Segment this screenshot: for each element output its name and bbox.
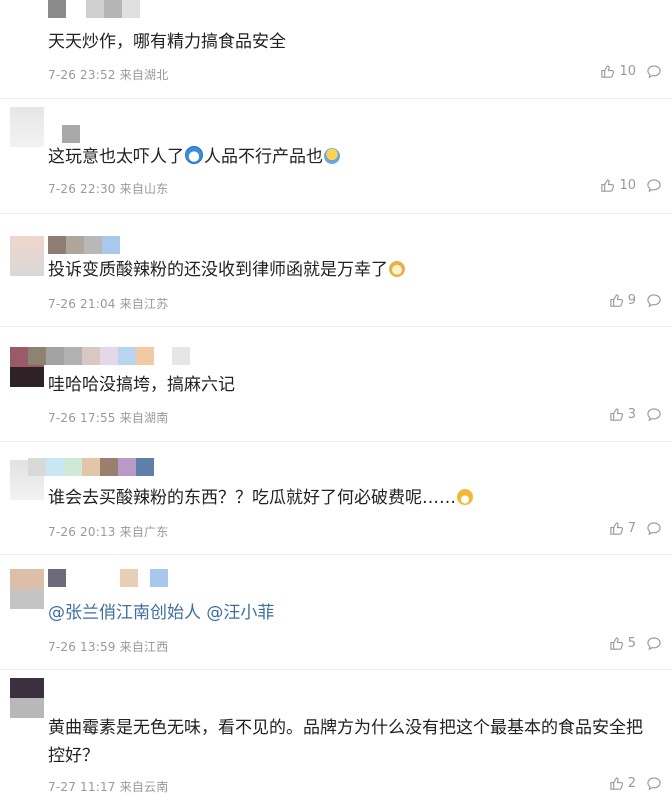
comment-text: @张兰俏江南创始人 @汪小菲	[48, 599, 652, 627]
comment-item: 谁会去买酸辣粉的东西？？吃瓜就好了何必破费呢…… 7-26 20:13 来自广东…	[0, 442, 672, 554]
comment-meta: 7-26 23:52 来自湖北	[48, 66, 168, 83]
waving-emoji-icon	[324, 148, 340, 164]
comment-actions: 9	[609, 293, 662, 308]
thumbs-up-icon	[609, 407, 624, 422]
comment-text: 哇哈哈没搞垮，搞麻六记	[48, 375, 235, 395]
comment-text: 投诉变质酸辣粉的还没收到律师函就是万幸了	[48, 256, 652, 284]
avatar[interactable]	[10, 236, 44, 276]
comment-actions: 3	[609, 407, 662, 422]
comment-item: 这玩意也太吓人了 人品不行产品也 7-26 22:30 来自山东 10	[0, 99, 672, 213]
reply-icon[interactable]	[646, 407, 662, 422]
comment-date: 7-26 20:13	[48, 525, 116, 539]
comment-actions: 10	[600, 178, 662, 193]
username-mosaic[interactable]	[62, 125, 80, 143]
comment-item: @张兰俏江南创始人 @汪小菲 7-26 13:59 来自江西 5	[0, 555, 672, 669]
reply-icon[interactable]	[646, 293, 662, 308]
comment-item: 哇哈哈没搞垮，搞麻六记 7-26 17:55 来自湖南 3	[0, 327, 672, 441]
comment-date: 7-26 21:04	[48, 297, 116, 311]
comment-date: 7-27 11:17	[48, 780, 116, 794]
comment-date: 7-26 13:59	[48, 640, 116, 654]
comment-meta: 7-27 11:17 来自云南	[48, 778, 168, 795]
avatar[interactable]	[10, 678, 44, 718]
thumbs-up-icon	[609, 521, 624, 536]
comment-item: 投诉变质酸辣粉的还没收到律师函就是万幸了 7-26 21:04 来自江苏 9	[0, 214, 672, 326]
thumbs-up-icon	[609, 293, 624, 308]
comment-item: 天天炒作，哪有精力搞食品安全 7-26 23:52 来自湖北 10	[0, 0, 672, 98]
reply-icon[interactable]	[646, 178, 662, 193]
thumbs-up-icon	[609, 776, 624, 791]
comment-location: 来自江西	[119, 640, 169, 654]
comment-actions: 2	[609, 776, 662, 791]
comment-item: 黄曲霉素是无色无味，看不见的。品牌方为什么没有把这个最基本的食品安全把控好？ 7…	[0, 670, 672, 800]
doraemon-emoji-icon	[185, 146, 203, 164]
comment-actions: 10	[600, 64, 662, 79]
comment-text: 黄曲霉素是无色无味，看不见的。品牌方为什么没有把这个最基本的食品安全把控好？	[48, 718, 643, 766]
comment-actions: 5	[609, 636, 662, 651]
like-button[interactable]: 10	[600, 178, 636, 193]
comment-location: 来自湖南	[119, 411, 169, 425]
username-mosaic[interactable]	[48, 569, 168, 587]
like-count: 2	[627, 776, 636, 791]
comment-actions: 7	[609, 521, 662, 536]
comment-text: 这玩意也太吓人了 人品不行产品也	[48, 143, 652, 171]
username-mosaic[interactable]	[48, 236, 120, 254]
grin-emoji-icon	[457, 489, 473, 505]
thumbs-up-icon	[609, 636, 624, 651]
like-count: 10	[619, 64, 636, 79]
comment-text: 天天炒作，哪有精力搞食品安全	[48, 32, 286, 52]
reply-icon[interactable]	[646, 64, 662, 79]
avatar[interactable]	[10, 569, 44, 609]
username-mosaic[interactable]	[28, 458, 154, 476]
comment-location: 来自云南	[119, 780, 169, 794]
comment-meta: 7-26 22:30 来自山东	[48, 180, 168, 197]
like-button[interactable]: 10	[600, 64, 636, 79]
reply-icon[interactable]	[646, 636, 662, 651]
comment-date: 7-26 23:52	[48, 68, 116, 82]
thumbs-up-icon	[600, 178, 615, 193]
reply-icon[interactable]	[646, 776, 662, 791]
reply-icon[interactable]	[646, 521, 662, 536]
comment-location: 来自湖北	[119, 68, 169, 82]
comment-location: 来自山东	[119, 182, 169, 196]
comment-date: 7-26 22:30	[48, 182, 116, 196]
like-button[interactable]: 3	[609, 407, 636, 422]
thumbs-up-icon	[600, 64, 615, 79]
mention-link[interactable]: @张兰俏江南创始人	[48, 603, 201, 623]
comment-location: 来自江苏	[119, 297, 169, 311]
comment-meta: 7-26 21:04 来自江苏	[48, 295, 168, 312]
comment-date: 7-26 17:55	[48, 411, 116, 425]
comment-meta: 7-26 17:55 来自湖南	[48, 409, 168, 426]
like-count: 10	[619, 178, 636, 193]
like-count: 7	[627, 521, 636, 536]
avatar[interactable]	[48, 0, 140, 18]
avatar[interactable]	[10, 107, 44, 147]
like-count: 3	[627, 407, 636, 422]
like-count: 5	[627, 636, 636, 651]
comment-text: 谁会去买酸辣粉的东西？？吃瓜就好了何必破费呢……	[48, 484, 652, 512]
comment-meta: 7-26 20:13 来自广东	[48, 523, 168, 540]
like-button[interactable]: 7	[609, 521, 636, 536]
like-button[interactable]: 9	[609, 293, 636, 308]
like-count: 9	[627, 293, 636, 308]
username-mosaic[interactable]	[28, 347, 190, 365]
doge-emoji-icon	[389, 261, 405, 277]
like-button[interactable]: 5	[609, 636, 636, 651]
mention-link[interactable]: @汪小菲	[206, 603, 274, 623]
comment-location: 来自广东	[119, 525, 169, 539]
like-button[interactable]: 2	[609, 776, 636, 791]
comment-meta: 7-26 13:59 来自江西	[48, 638, 168, 655]
